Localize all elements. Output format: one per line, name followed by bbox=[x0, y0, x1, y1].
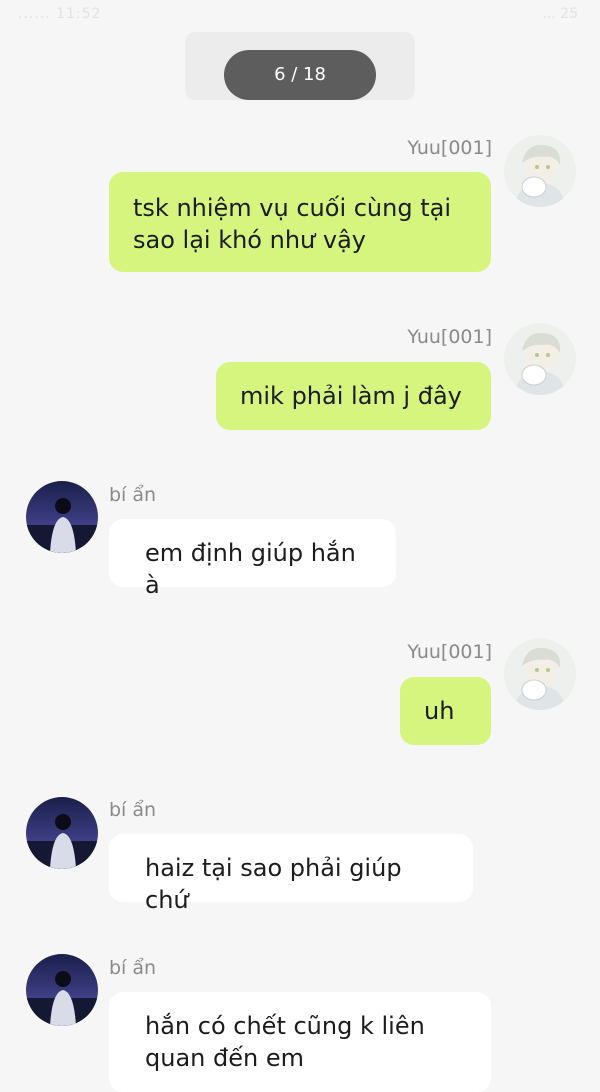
message-text: hắn có chết cũng k liên quan đến em bbox=[145, 1012, 425, 1072]
message-text: tsk nhiệm vụ cuối cùng tại sao lại khó n… bbox=[133, 194, 451, 254]
message-text: uh bbox=[424, 697, 455, 725]
sender-name: bí ẩn bbox=[109, 799, 157, 821]
message-bubble-theirs[interactable]: hắn có chết cũng k liên quan đến em bbox=[109, 992, 491, 1092]
silhouette-night-avatar-icon[interactable] bbox=[26, 481, 98, 553]
message-bubble-theirs[interactable]: em định giúp hắn à bbox=[109, 519, 396, 599]
anime-boy-avatar-icon[interactable] bbox=[504, 135, 576, 207]
status-bar: ...... 11:52 ... 25 bbox=[0, 0, 600, 30]
message-text: mik phải làm j đây bbox=[240, 382, 462, 410]
sender-name: bí ẩn bbox=[109, 957, 157, 979]
silhouette-night-avatar-icon[interactable] bbox=[26, 954, 98, 1026]
message-text: haiz tại sao phải giúp chứ bbox=[145, 854, 402, 914]
message-bubble-mine[interactable]: uh bbox=[400, 677, 491, 745]
message-bubble-theirs[interactable]: haiz tại sao phải giúp chứ bbox=[109, 834, 473, 914]
anime-boy-avatar-icon[interactable] bbox=[504, 323, 576, 395]
sender-name: Yuu[001] bbox=[407, 137, 492, 159]
message-text: em định giúp hắn à bbox=[145, 539, 356, 599]
sender-name: bí ẩn bbox=[109, 484, 157, 506]
page-counter: 6 / 18 bbox=[224, 50, 376, 100]
message-bubble-mine[interactable]: tsk nhiệm vụ cuối cùng tại sao lại khó n… bbox=[109, 172, 491, 272]
sender-name: Yuu[001] bbox=[407, 326, 492, 348]
silhouette-night-avatar-icon[interactable] bbox=[26, 797, 98, 869]
anime-boy-avatar-icon[interactable] bbox=[504, 638, 576, 710]
status-battery: ... 25 bbox=[542, 6, 578, 22]
sender-name: Yuu[001] bbox=[407, 641, 492, 663]
status-time: ...... 11:52 bbox=[18, 6, 102, 22]
message-bubble-mine[interactable]: mik phải làm j đây bbox=[216, 362, 491, 430]
